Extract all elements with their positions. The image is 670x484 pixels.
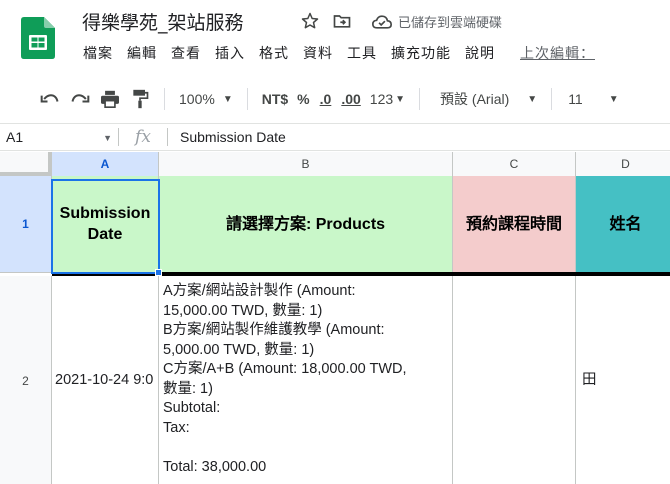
fill-handle[interactable] [155,269,162,276]
font-family-arrow-icon: ▼ [527,93,538,105]
product-line: 數量: 1) [163,380,213,397]
menu-edit[interactable]: 編輯 [126,42,158,66]
column-header-b[interactable]: B [159,152,453,176]
more-formats-label: 123 [369,91,394,107]
cell-c1[interactable]: 預約課程時間 [453,176,576,273]
submission-date-value: 2021-10-24 9:0 [55,371,154,388]
name-box[interactable]: A1 ▼ [0,124,118,150]
menu-file[interactable]: 檔案 [82,42,114,66]
column-header-d[interactable]: D [576,152,670,176]
font-family-value: 預設 (Arial) [440,91,510,107]
font-size-select[interactable]: 11 ▼ [562,85,622,113]
menu-data[interactable]: 資料 [302,42,334,66]
undo-button[interactable] [36,85,64,113]
menu-tools[interactable]: 工具 [346,42,378,66]
cell-a1[interactable]: Submission Date [52,176,159,273]
total-line: Total: 38,000.00 [163,458,267,475]
row-header-1[interactable]: 1 [0,176,52,273]
menu-insert[interactable]: 插入 [214,42,246,66]
print-icon [101,90,119,108]
redo-icon [71,94,90,103]
star-icon[interactable] [300,10,320,32]
zoom-value: 100% [179,91,215,107]
row-header-2[interactable]: 2 [0,276,52,484]
cell-a2[interactable]: 2021-10-24 9:0 [52,276,159,484]
zoom-dropdown-arrow-icon: ▼ [222,93,233,105]
cell-d1[interactable]: 姓名 [576,176,670,273]
font-size-arrow-icon: ▼ [608,93,619,105]
product-line: C方案/A+B (Amount: 18,000.00 TWD, [163,361,407,377]
font-size-value: 11 [568,91,583,107]
spreadsheet-grid: A B C D 1 2 Submission Date 請選擇方案: Produ… [0,152,670,484]
name-value: 田 [582,371,597,388]
cell-b1[interactable]: 請選擇方案: Products [159,176,453,273]
decrease-decimal-button[interactable]: .0 [315,85,337,113]
save-status[interactable]: 已儲存到雲端硬碟 [372,12,502,31]
column-header-c[interactable]: C [453,152,576,176]
product-line: 15,000.00 TWD, 數量: 1) [163,302,323,319]
toolbar: 100% ▼ NT$ % .0 .00 123 ▼ 預設 (Arial) ▼ 1… [0,80,670,118]
google-sheets-logo[interactable] [21,17,55,59]
tax-line: Tax: [163,419,190,436]
more-formats-arrow-icon: ▼ [395,93,406,105]
document-title[interactable]: 得樂學苑_架站服務 [82,8,244,35]
cell-c2[interactable] [453,276,576,484]
more-formats-button[interactable]: 123 ▼ [366,85,409,113]
name-box-value: A1 [6,129,24,145]
menu-view[interactable]: 查看 [170,42,202,66]
name-box-arrow-icon: ▼ [103,133,112,143]
redo-button[interactable] [66,85,94,113]
undo-icon [40,94,59,103]
menu-format[interactable]: 格式 [258,42,290,66]
currency-format-button[interactable]: NT$ [258,85,292,113]
subtotal-line: Subtotal: [163,400,221,416]
menu-help[interactable]: 說明 [464,42,496,66]
select-all-corner[interactable] [0,152,52,176]
last-edit-link[interactable]: 上次編輯： [520,42,595,66]
cloud-saved-icon [372,14,392,29]
menu-bar: 檔案 編輯 查看 插入 格式 資料 工具 擴充功能 說明 上次編輯： [82,42,595,66]
increase-decimal-button[interactable]: .00 [336,85,365,113]
product-line: B方案/網站製作維護教學 (Amount: [163,322,385,338]
paint-format-button[interactable] [126,85,154,113]
column-header-a[interactable]: A [52,152,159,176]
product-line: 5,000.00 TWD, 數量: 1) [163,341,315,358]
font-family-select[interactable]: 預設 (Arial) ▼ [430,85,541,113]
cell-d2[interactable]: 田 [576,276,670,484]
formula-input[interactable]: Submission Date [168,129,286,145]
cell-b2[interactable]: A方案/網站設計製作 (Amount: 15,000.00 TWD, 數量: 1… [159,276,453,484]
menu-extensions[interactable]: 擴充功能 [390,42,452,66]
paint-format-icon [133,89,149,109]
zoom-select[interactable]: 100% ▼ [175,85,237,113]
save-status-text: 已儲存到雲端硬碟 [398,16,503,31]
percent-format-button[interactable]: % [292,85,314,113]
move-to-folder-icon[interactable] [332,10,352,32]
product-line: A方案/網站設計製作 (Amount: [163,283,356,299]
print-button[interactable] [96,85,124,113]
formula-bar: A1 ▼ fx Submission Date [0,123,670,151]
fx-icon: fx [135,127,151,147]
